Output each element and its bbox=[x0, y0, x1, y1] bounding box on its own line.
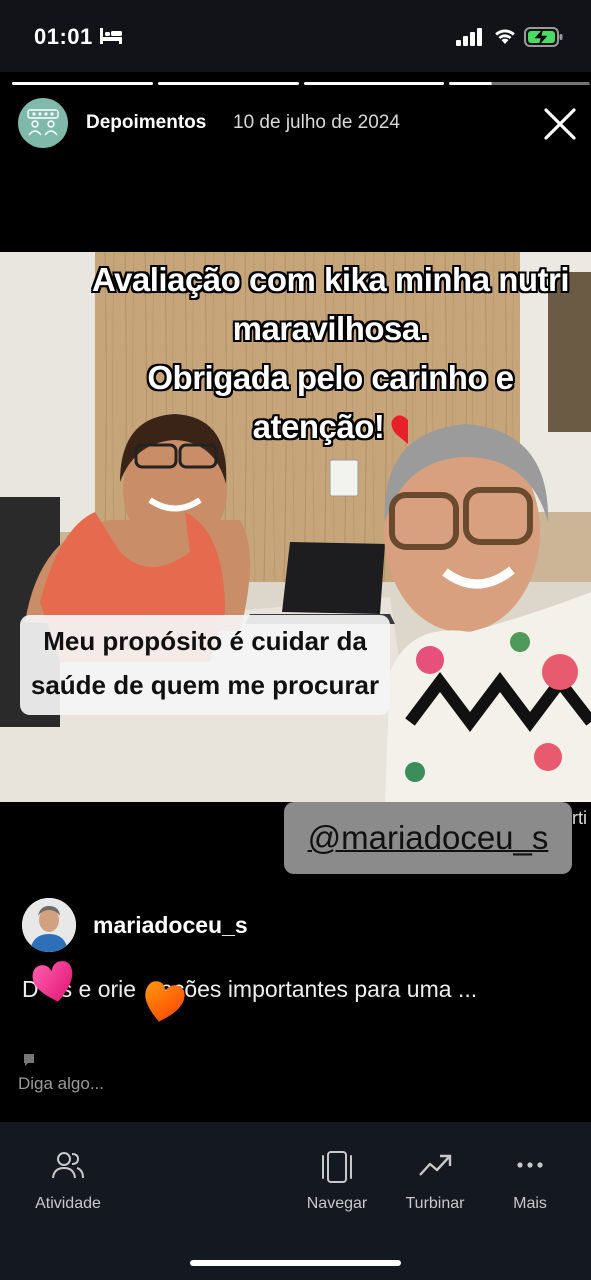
close-icon[interactable] bbox=[542, 106, 578, 142]
orange-heart-reaction-icon bbox=[145, 981, 185, 1022]
people-icon bbox=[52, 1152, 84, 1179]
post-username[interactable]: mariadoceu_s bbox=[93, 912, 248, 939]
caption-line: Avaliação com kika minha nutri bbox=[91, 261, 570, 298]
tab-label: Turbinar bbox=[405, 1195, 465, 1212]
progress-segment bbox=[12, 82, 153, 85]
user-avatar[interactable] bbox=[22, 898, 76, 952]
home-indicator[interactable] bbox=[190, 1260, 401, 1266]
mention-text[interactable]: @mariadoceu_s bbox=[308, 819, 549, 857]
status-bar: 01:01 bbox=[0, 0, 591, 72]
tab-boost[interactable]: Turbinar bbox=[398, 1150, 472, 1213]
account-avatar[interactable] bbox=[18, 98, 68, 148]
caption-line-text: Obrigada pelo carinho e atenção! bbox=[147, 359, 514, 445]
sleep-mode-icon bbox=[100, 28, 122, 44]
pink-heart-reaction-icon bbox=[32, 961, 73, 1002]
story-viewer[interactable]: Depoimentos 10 de julho de 2024 Avaliaçã… bbox=[0, 72, 591, 1122]
bottom-tab-bar: Atividade Navegar Turbinar Mais bbox=[0, 1122, 591, 1280]
story-caption-top: Avaliação com kika minha nutri maravilho… bbox=[78, 255, 583, 451]
caption-line-text: maravilhosa. bbox=[232, 310, 429, 347]
progress-segment bbox=[157, 82, 299, 85]
story-account-name[interactable]: Depoimentos bbox=[86, 112, 206, 134]
reply-bubble-icon bbox=[24, 1054, 34, 1066]
group-logo-icon bbox=[27, 109, 59, 136]
caption-line: maravilhosa. bbox=[78, 304, 583, 353]
cellular-signal-icon bbox=[456, 28, 482, 46]
progress-segment bbox=[303, 82, 445, 85]
mention-sticker[interactable]: @mariadoceu_s bbox=[284, 802, 572, 874]
post-description[interactable]: Ds e orie ações importantes para uma ... bbox=[22, 976, 477, 1003]
wifi-icon bbox=[495, 29, 515, 44]
tab-more[interactable]: Mais bbox=[500, 1150, 560, 1213]
battery-charging-icon bbox=[524, 27, 563, 47]
tab-label: Navegar bbox=[306, 1195, 368, 1212]
story-date: 10 de julho de 2024 bbox=[233, 112, 400, 133]
navigate-icon bbox=[322, 1151, 352, 1183]
story-progress-bar bbox=[12, 82, 590, 85]
red-heart-emoji-icon bbox=[391, 415, 409, 444]
tab-label: Atividade bbox=[35, 1195, 101, 1212]
edge-text-fragment: rti bbox=[572, 808, 587, 828]
caption-box-line: Meu propósito é cuidar da bbox=[43, 626, 367, 656]
tab-navigate[interactable]: Navegar bbox=[300, 1150, 374, 1213]
reply-input[interactable]: Diga algo... bbox=[18, 1074, 104, 1094]
trend-up-icon bbox=[419, 1154, 452, 1176]
status-time: 01:01 bbox=[34, 24, 93, 49]
user-avatar-image bbox=[22, 898, 76, 952]
story-caption-box: Meu propósito é cuidar da saúde de quem … bbox=[20, 615, 390, 715]
tab-label: Mais bbox=[513, 1195, 547, 1212]
description-fragment: ações importantes para uma ... bbox=[160, 976, 478, 1002]
more-dots-icon bbox=[517, 1162, 543, 1168]
progress-segment-current bbox=[449, 82, 590, 85]
tab-activity[interactable]: Atividade bbox=[28, 1150, 108, 1213]
caption-line: Obrigada pelo carinho e atenção! bbox=[78, 353, 583, 451]
caption-box-line: saúde de quem me procurar bbox=[30, 670, 380, 700]
